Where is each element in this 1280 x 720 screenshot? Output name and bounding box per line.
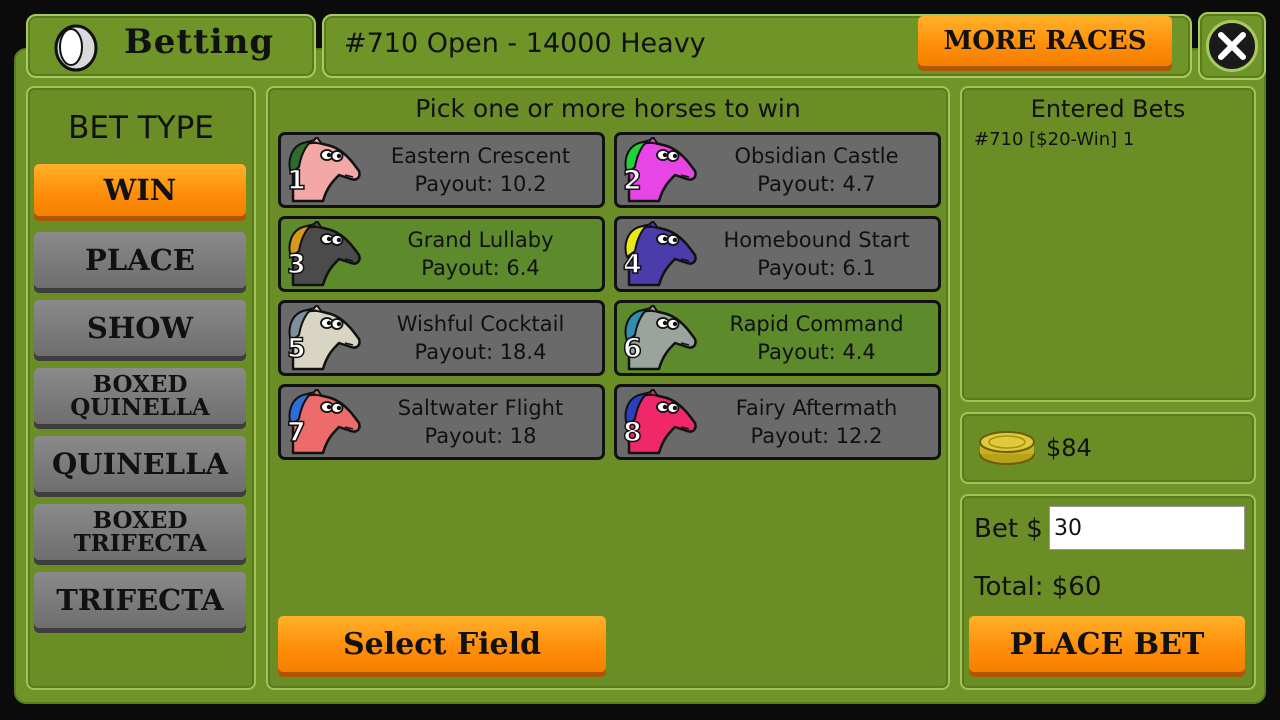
bet-type-win-button[interactable]: WIN [34, 164, 246, 216]
horse-payout: Payout: 4.4 [757, 340, 876, 364]
bet-type-quinella-button[interactable]: QUINELLA [34, 436, 246, 492]
more-races-button[interactable]: MORE RACES [918, 16, 1172, 66]
coin-stack-icon [979, 431, 1035, 465]
bet-type-place-button[interactable]: PLACE [34, 232, 246, 288]
horse-number: 3 [286, 248, 306, 281]
total-label-text: Total: [974, 572, 1044, 602]
horse-button-7[interactable]: 7 Saltwater Flight Payout: 18 [278, 384, 605, 460]
horse-button-8[interactable]: 8 Fairy Aftermath Payout: 12.2 [614, 384, 941, 460]
bet-type-boxed-trifecta-button[interactable]: BOXED TRIFECTA [34, 504, 246, 560]
horse-payout: Payout: 6.4 [421, 256, 540, 280]
horse-payout: Payout: 18 [424, 424, 537, 448]
horse-number: 1 [286, 164, 306, 197]
horse-button-5[interactable]: 5 Wishful Cocktail Payout: 18.4 [278, 300, 605, 376]
horse-button-6[interactable]: 6 Rapid Command Payout: 4.4 [614, 300, 941, 376]
horse-name: Fairy Aftermath [735, 396, 898, 420]
horse-number: 6 [622, 332, 642, 365]
instruction-text: Pick one or more horses to win [415, 94, 801, 123]
wallet-balance: $84 [1046, 434, 1092, 462]
horse-name: Saltwater Flight [397, 396, 564, 420]
horse-number: 7 [286, 416, 306, 449]
horse-number: 5 [286, 332, 306, 365]
close-icon [1218, 32, 1246, 60]
horse-number: 4 [622, 248, 642, 281]
bet-type-trifecta-button[interactable]: TRIFECTA [34, 572, 246, 628]
coin-icon [54, 24, 98, 72]
horse-payout: Payout: 12.2 [750, 424, 883, 448]
horse-button-3[interactable]: 3 Grand Lullaby Payout: 6.4 [278, 216, 605, 292]
total-value: $60 [1051, 572, 1102, 602]
horse-button-1[interactable]: 1 Eastern Crescent Payout: 10.2 [278, 132, 605, 208]
entered-bet-item: #710 [$20-Win] 1 [974, 129, 1135, 150]
horse-payout: Payout: 4.7 [757, 172, 876, 196]
horse-name: Homebound Start [723, 228, 910, 252]
horse-payout: Payout: 6.1 [757, 256, 876, 280]
entered-bets-heading: Entered Bets [1030, 95, 1186, 123]
horse-name: Eastern Crescent [390, 144, 571, 168]
horse-name: Obsidian Castle [734, 144, 899, 168]
title-tab: Betting [26, 14, 316, 78]
bet-type-heading: BET TYPE [68, 110, 214, 146]
place-bet-button[interactable]: PLACE BET [969, 616, 1245, 672]
close-button[interactable] [1206, 20, 1258, 72]
total-label: Total: $60 [974, 572, 1101, 602]
horse-name: Rapid Command [729, 312, 904, 336]
bet-type-boxed-quinella-button[interactable]: BOXED QUINELLA [34, 368, 246, 424]
horse-payout: Payout: 18.4 [414, 340, 547, 364]
race-title: #710 Open - 14000 Heavy [344, 28, 706, 59]
horse-button-4[interactable]: 4 Homebound Start Payout: 6.1 [614, 216, 941, 292]
horse-name: Grand Lullaby [407, 228, 554, 252]
page-title: Betting [124, 22, 275, 62]
bet-type-show-button[interactable]: SHOW [34, 300, 246, 356]
select-field-button[interactable]: Select Field [278, 616, 606, 672]
horse-button-2[interactable]: 2 Obsidian Castle Payout: 4.7 [614, 132, 941, 208]
bet-amount-label: Bet $ [974, 514, 1043, 544]
horse-number: 2 [622, 164, 642, 197]
horse-number: 8 [622, 416, 642, 449]
horse-payout: Payout: 10.2 [414, 172, 547, 196]
bet-amount-input[interactable] [1049, 506, 1245, 550]
horse-name: Wishful Cocktail [396, 312, 565, 336]
